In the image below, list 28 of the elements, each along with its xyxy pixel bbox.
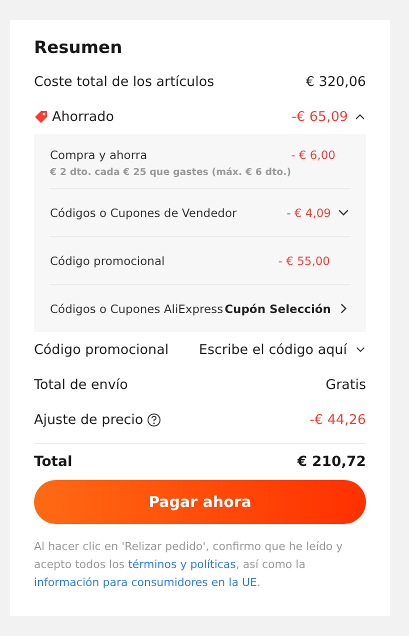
discount-value: - € 55,00	[278, 254, 330, 268]
discount-value: - € 4,09	[286, 206, 331, 220]
coupon-value: Cupón Selección	[224, 302, 331, 316]
legal-notice: Al hacer clic en 'Relizar pedido', confirmo que he leído y acepto todos los términos y políticas, así como la información para consumidores en la UE.	[34, 539, 344, 591]
items-cost-label: Coste total de los artículos	[34, 74, 214, 90]
shipping-label: Total de envío	[34, 376, 128, 392]
savings-label: Ahorrado	[52, 108, 114, 124]
total-label: Total	[34, 454, 72, 470]
savings-value: -€ 65,09	[292, 108, 348, 124]
discount-value: - € 6,00	[291, 148, 336, 162]
detail-label: Código promocional	[50, 254, 165, 268]
policy-link[interactable]: términos y políticas	[128, 558, 236, 571]
promo-code-field[interactable]: Escribe el código aquí	[195, 340, 366, 358]
detail-label: Códigos o Cupones de Vendedor	[50, 206, 237, 220]
shipping-value: Gratis	[326, 376, 366, 392]
items-cost-value: € 320,06	[306, 74, 366, 90]
price-tag-icon	[34, 110, 48, 124]
adjustment-value: -€ 44,26	[310, 412, 366, 428]
summary-title: Resumen	[34, 38, 124, 58]
total-value: € 210,72	[297, 454, 366, 470]
adjustment-label: Ajuste de precio	[34, 412, 144, 428]
promo-code-label: Código promocional	[34, 342, 169, 358]
detail-label: Códigos o Cupones AliExpress	[50, 302, 224, 316]
policy-link[interactable]: información para consumidores en la UE	[34, 576, 257, 589]
help-icon[interactable]	[147, 412, 162, 426]
detail-note: € 2 dto. cada € 25 que gastes (máx. € 6 dto.)	[50, 167, 292, 178]
detail-label: Compra y ahorra	[50, 148, 148, 162]
pay-now-button[interactable]: Pagar ahora	[34, 480, 366, 524]
